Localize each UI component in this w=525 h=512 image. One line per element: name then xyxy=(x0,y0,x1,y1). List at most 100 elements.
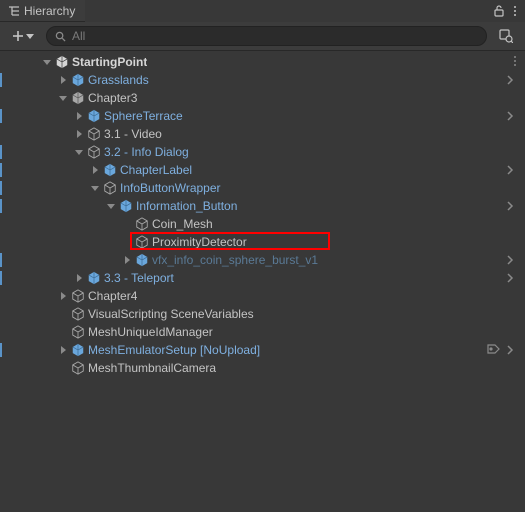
search-input[interactable] xyxy=(72,29,478,43)
tree-row[interactable]: 3.2 - Info Dialog xyxy=(0,143,525,161)
tree-row[interactable]: MeshThumbnailCamera xyxy=(0,359,525,377)
prefab-connector xyxy=(0,199,2,213)
tree-row[interactable]: Information_Button xyxy=(0,197,525,215)
prefab-cube-icon xyxy=(118,198,134,214)
prefab-connector xyxy=(0,343,2,357)
open-prefab-chevron-icon[interactable] xyxy=(503,165,517,175)
tree-row[interactable]: Coin_Mesh xyxy=(0,215,525,233)
gameobject-cube-icon xyxy=(70,288,86,304)
tree-row-label: Grasslands xyxy=(88,73,149,87)
prefab-connector xyxy=(0,271,2,285)
gameobject-cube-icon xyxy=(86,126,102,142)
tag-icon xyxy=(487,343,501,358)
expand-arrow-down[interactable] xyxy=(88,184,102,192)
prefab-connector xyxy=(0,253,2,267)
lock-icon[interactable] xyxy=(493,5,505,17)
tree-row-label: MeshUniqueIdManager xyxy=(88,325,213,339)
open-prefab-chevron-icon[interactable] xyxy=(503,201,517,211)
expand-arrow-right[interactable] xyxy=(56,76,70,84)
tree-row-label: Chapter3 xyxy=(88,91,137,105)
tree-row[interactable]: InfoButtonWrapper xyxy=(0,179,525,197)
tree-row-label: SphereTerrace xyxy=(104,109,183,123)
hierarchy-tree: StartingPoint Grasslands Chapter3 SphereTer… xyxy=(0,51,525,379)
tree-row-label: 3.3 - Teleport xyxy=(104,271,174,285)
prefab-cube-icon xyxy=(70,72,86,88)
gameobject-cube-icon xyxy=(70,90,86,106)
gameobject-cube-icon xyxy=(134,216,150,232)
expand-arrow-right[interactable] xyxy=(72,130,86,138)
open-prefab-chevron-icon[interactable] xyxy=(503,75,517,85)
tree-row[interactable]: vfx_info_coin_sphere_burst_v1 xyxy=(0,251,525,269)
gameobject-cube-icon xyxy=(102,180,118,196)
tree-row[interactable]: ChapterLabel xyxy=(0,161,525,179)
prefab-cube-icon xyxy=(86,270,102,286)
expand-arrow-right[interactable] xyxy=(56,346,70,354)
expand-arrow-right[interactable] xyxy=(88,166,102,174)
filter-button[interactable] xyxy=(495,26,517,46)
open-prefab-chevron-icon[interactable] xyxy=(503,273,517,283)
gameobject-cube-icon xyxy=(70,360,86,376)
tree-row[interactable]: VisualScripting SceneVariables xyxy=(0,305,525,323)
tree-row-label: StartingPoint xyxy=(72,55,147,69)
open-prefab-chevron-icon[interactable] xyxy=(503,255,517,265)
tree-row-label: Information_Button xyxy=(136,199,237,213)
panel-title: Hierarchy xyxy=(24,4,75,18)
add-button[interactable] xyxy=(8,28,38,44)
toolbar xyxy=(0,22,525,51)
gameobject-cube-icon xyxy=(86,144,102,160)
tree-row-label: Chapter4 xyxy=(88,289,137,303)
panel-header: Hierarchy xyxy=(0,0,525,22)
tree-row[interactable]: 3.1 - Video xyxy=(0,125,525,143)
hierarchy-tab[interactable]: Hierarchy xyxy=(0,0,85,22)
tree-row[interactable]: StartingPoint xyxy=(0,53,525,71)
filter-icon xyxy=(499,29,513,43)
row-kebab-icon[interactable] xyxy=(513,55,517,70)
tree-row[interactable]: Grasslands xyxy=(0,71,525,89)
expand-arrow-down[interactable] xyxy=(104,202,118,210)
tree-row-label: ProximityDetector xyxy=(152,235,247,249)
tree-row[interactable]: Chapter4 xyxy=(0,287,525,305)
tree-row[interactable]: SphereTerrace xyxy=(0,107,525,125)
tree-row-label: MeshEmulatorSetup [NoUpload] xyxy=(88,343,260,357)
open-prefab-chevron-icon[interactable] xyxy=(503,111,517,121)
tree-row-label: Coin_Mesh xyxy=(152,217,213,231)
expand-arrow-right[interactable] xyxy=(120,256,134,264)
open-prefab-chevron-icon[interactable] xyxy=(503,345,517,355)
prefab-cube-icon xyxy=(86,108,102,124)
prefab-cube-icon xyxy=(102,162,118,178)
tree-row[interactable]: MeshUniqueIdManager xyxy=(0,323,525,341)
prefab-cube-icon xyxy=(134,252,150,268)
expand-arrow-down[interactable] xyxy=(72,148,86,156)
expand-arrow-down[interactable] xyxy=(56,94,70,102)
expand-arrow-right[interactable] xyxy=(72,112,86,120)
tree-row-label: MeshThumbnailCamera xyxy=(88,361,216,375)
prefab-connector xyxy=(0,73,2,87)
prefab-connector xyxy=(0,109,2,123)
tree-row-label: ChapterLabel xyxy=(120,163,192,177)
tree-row[interactable]: Chapter3 xyxy=(0,89,525,107)
tree-row[interactable]: 3.3 - Teleport xyxy=(0,269,525,287)
tree-row-label: vfx_info_coin_sphere_burst_v1 xyxy=(152,253,318,267)
expand-arrow-down[interactable] xyxy=(40,58,54,66)
tree-row-label: InfoButtonWrapper xyxy=(120,181,221,195)
expand-arrow-right[interactable] xyxy=(56,292,70,300)
gameobject-cube-icon xyxy=(70,306,86,322)
tree-row[interactable]: ProximityDetector xyxy=(0,233,525,251)
gameobject-cube-icon xyxy=(134,234,150,250)
search-icon xyxy=(55,31,66,42)
search-field[interactable] xyxy=(46,26,487,46)
prefab-connector xyxy=(0,163,2,177)
prefab-connector xyxy=(0,145,2,159)
tree-row[interactable]: MeshEmulatorSetup [NoUpload] xyxy=(0,341,525,359)
gameobject-cube-icon xyxy=(70,324,86,340)
prefab-cube-icon xyxy=(70,342,86,358)
hierarchy-icon xyxy=(8,5,20,17)
tree-row-label: 3.1 - Video xyxy=(104,127,162,141)
tree-row-label: VisualScripting SceneVariables xyxy=(88,307,254,321)
expand-arrow-right[interactable] xyxy=(72,274,86,282)
plus-icon xyxy=(12,30,24,42)
kebab-icon[interactable] xyxy=(513,5,517,17)
chevron-down-icon xyxy=(26,32,34,40)
scene-icon xyxy=(54,54,70,70)
tree-row-label: 3.2 - Info Dialog xyxy=(104,145,189,159)
